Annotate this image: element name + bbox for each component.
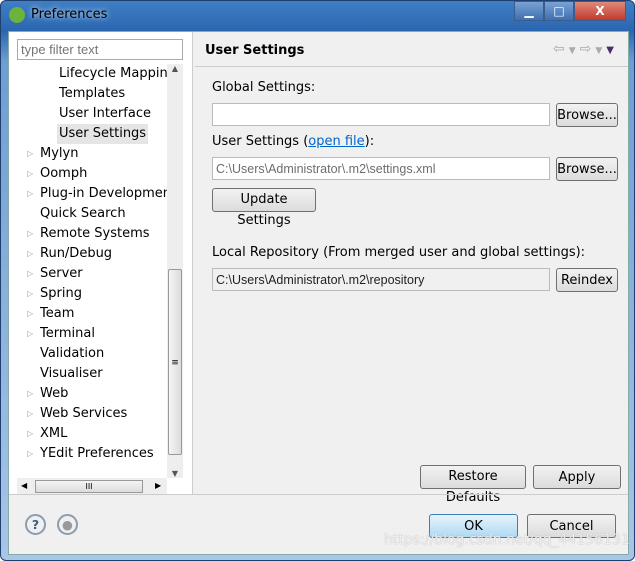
- preference-tree-panel: Lifecycle Mapping Templates User Interface…: [9, 32, 193, 494]
- minimize-button[interactable]: ▁: [514, 1, 544, 21]
- vertical-scrollbar[interactable]: ▲ ≡ ▼: [167, 64, 183, 478]
- expand-arrow-icon[interactable]: ▷: [27, 384, 33, 404]
- tree-item[interactable]: ▷ YEdit Preferences: [27, 444, 154, 464]
- tree-item-label: Spring: [40, 286, 82, 301]
- tree-item[interactable]: User Settings: [57, 124, 149, 144]
- local-repository-label: Local Repository (From merged user and g…: [212, 245, 586, 260]
- tree-item-label: Lifecycle Mapping: [59, 66, 176, 81]
- close-button[interactable]: X: [574, 1, 626, 21]
- view-menu-icon[interactable]: ▼: [606, 45, 618, 56]
- expand-arrow-icon[interactable]: ▷: [27, 284, 33, 304]
- tree-item-label: Web: [40, 386, 69, 401]
- expand-arrow-icon[interactable]: ▷: [27, 244, 33, 264]
- tree-item-label: Team: [40, 306, 75, 321]
- help-icon[interactable]: ?: [25, 514, 46, 535]
- filter-input[interactable]: [17, 39, 183, 60]
- tree-item[interactable]: User Interface: [59, 104, 151, 124]
- tree-item[interactable]: ▷ Terminal: [27, 324, 95, 344]
- update-settings-button[interactable]: Update Settings: [212, 188, 316, 228]
- expand-arrow-icon[interactable]: ▷: [27, 264, 33, 284]
- tree-item-label: Oomph: [40, 166, 88, 181]
- horizontal-scrollbar[interactable]: ◀ III ▶: [17, 478, 167, 494]
- tree-item[interactable]: ▷ Mylyn: [27, 144, 79, 164]
- tree-item-label: Templates: [59, 86, 126, 101]
- page-nav: ⇦▼⇨▼▼: [553, 41, 618, 57]
- dialog-body: Lifecycle Mapping Templates User Interface…: [8, 31, 629, 555]
- expand-arrow-icon[interactable]: ▷: [27, 424, 33, 444]
- expand-arrow-icon[interactable]: ▷: [27, 164, 33, 184]
- expand-arrow-icon[interactable]: ▷: [27, 224, 33, 244]
- tree-item-label: Mylyn: [40, 146, 79, 161]
- settings-page: User Settings ⇦▼⇨▼▼ Global Settings: Bro…: [195, 32, 628, 505]
- user-settings-input[interactable]: [212, 157, 550, 180]
- tree-item[interactable]: ▷ XML: [27, 424, 68, 444]
- tree-item-label: Terminal: [40, 326, 95, 341]
- expand-arrow-icon[interactable]: ▷: [27, 444, 33, 464]
- forward-icon[interactable]: ⇨: [580, 41, 596, 57]
- tree-item-label: YEdit Preferences: [40, 446, 154, 461]
- maximize-button[interactable]: □: [544, 1, 574, 21]
- tree-item-label: User Interface: [59, 106, 151, 121]
- apply-button[interactable]: Apply: [533, 465, 621, 489]
- tree-item[interactable]: ▷ Spring: [27, 284, 82, 304]
- record-icon[interactable]: ●: [57, 514, 78, 535]
- tree-item[interactable]: Quick Search: [40, 204, 126, 224]
- tree-item-label: XML: [40, 426, 68, 441]
- expand-arrow-icon[interactable]: ▷: [27, 304, 33, 324]
- tree-item[interactable]: ▷ Oomph: [27, 164, 88, 184]
- user-settings-text: User Settings (: [212, 134, 309, 149]
- tree-item[interactable]: Templates: [59, 84, 125, 104]
- tree-item[interactable]: ▷ Team: [27, 304, 75, 324]
- window-title: Preferences: [31, 7, 108, 22]
- tree-item[interactable]: Lifecycle Mapping: [59, 64, 176, 84]
- tree-item[interactable]: Validation: [40, 344, 104, 364]
- page-title: User Settings: [205, 43, 305, 58]
- expand-arrow-icon[interactable]: ▷: [27, 144, 33, 164]
- back-icon[interactable]: ⇦: [553, 41, 569, 57]
- open-file-link[interactable]: open file: [308, 134, 364, 149]
- tree-item[interactable]: ▷ Web Services: [27, 404, 128, 424]
- scroll-thumb[interactable]: ≡: [168, 269, 182, 455]
- tree-item-label: Quick Search: [40, 206, 126, 221]
- global-browse-button[interactable]: Browse...: [556, 103, 618, 127]
- forward-menu-icon[interactable]: ▼: [595, 46, 606, 56]
- hscroll-thumb[interactable]: III: [35, 480, 143, 493]
- tree-item[interactable]: ▷ Remote Systems: [27, 224, 150, 244]
- watermark: https://blog.csdn.net/qq_44156131: [384, 532, 630, 548]
- global-settings-label: Global Settings:: [212, 80, 316, 95]
- user-browse-button[interactable]: Browse...: [556, 157, 618, 181]
- tree-item-label: Validation: [40, 346, 105, 361]
- back-menu-icon[interactable]: ▼: [569, 46, 580, 56]
- tree-item-label: Run/Debug: [40, 246, 113, 261]
- reindex-button[interactable]: Reindex: [556, 268, 618, 292]
- tree-item-label: Plug-in Development: [40, 186, 177, 201]
- global-settings-input[interactable]: [212, 103, 550, 126]
- tree-item-label: Remote Systems: [40, 226, 150, 241]
- expand-arrow-icon[interactable]: ▷: [27, 404, 33, 424]
- tree-item[interactable]: ▷ Web: [27, 384, 69, 404]
- expand-arrow-icon[interactable]: ▷: [27, 324, 33, 344]
- tree-item[interactable]: ▷ Plug-in Development: [27, 184, 177, 204]
- user-settings-text-end: ):: [364, 134, 375, 149]
- tree-item[interactable]: Visualiser: [40, 364, 103, 384]
- tree-item[interactable]: ▷ Server: [27, 264, 83, 284]
- user-settings-label: User Settings (open file):: [212, 134, 374, 149]
- tree-item-label: User Settings: [59, 126, 147, 141]
- restore-defaults-button[interactable]: Restore Defaults: [420, 465, 526, 505]
- tree-item-label: Visualiser: [40, 366, 103, 381]
- preferences-window: Preferences ▁ □ X Lifecycle Mapping Templ…: [0, 0, 635, 561]
- spring-logo-icon: [9, 7, 25, 23]
- tree-item-label: Server: [40, 266, 83, 281]
- expand-arrow-icon[interactable]: ▷: [27, 184, 33, 204]
- tree-item[interactable]: ▷ Run/Debug: [27, 244, 113, 264]
- local-repository-input[interactable]: [212, 268, 550, 291]
- tree-item-label: Web Services: [40, 406, 128, 421]
